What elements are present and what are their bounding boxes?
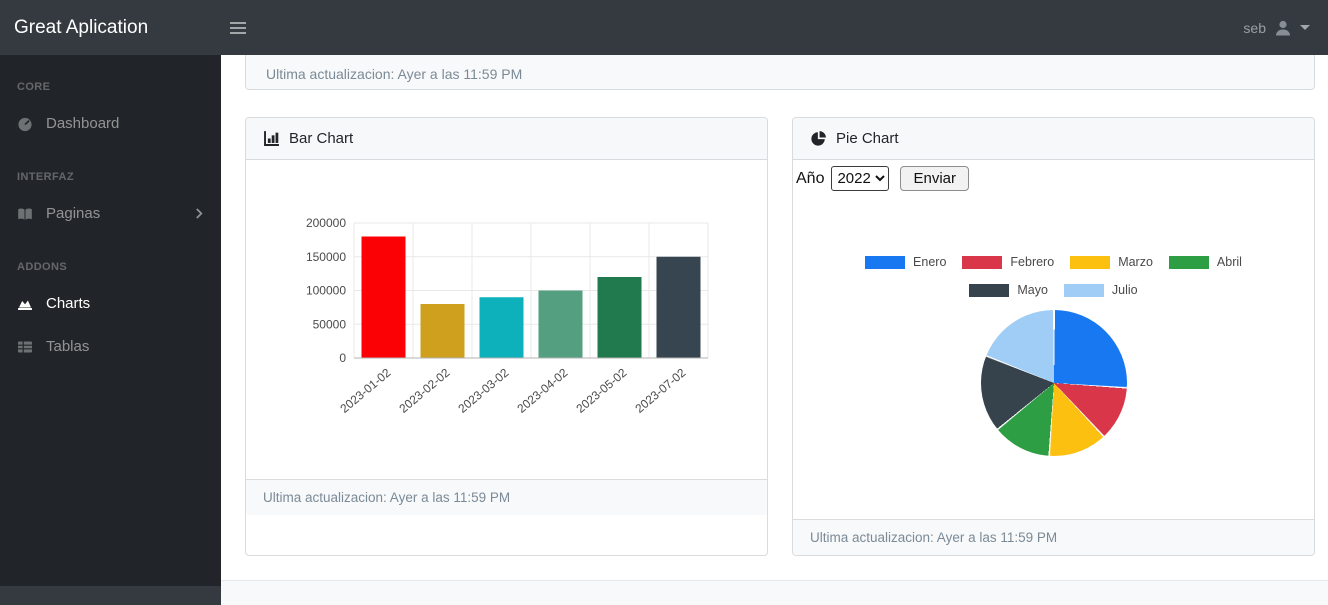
y-tick-label: 50000 bbox=[312, 317, 346, 331]
page-footer bbox=[221, 580, 1328, 605]
legend-item[interactable]: Marzo bbox=[1070, 255, 1153, 269]
legend-swatch bbox=[1064, 284, 1104, 297]
legend-label: Abril bbox=[1217, 255, 1242, 269]
sidebar-heading-core: CORE bbox=[0, 55, 221, 102]
sidebar-item-label: Paginas bbox=[46, 205, 100, 222]
x-tick-label: 2023-01-02 bbox=[337, 365, 393, 415]
pie[interactable] bbox=[981, 310, 1127, 456]
legend-swatch bbox=[962, 256, 1002, 269]
y-tick-label: 0 bbox=[339, 351, 346, 365]
card-title: Bar Chart bbox=[289, 130, 353, 147]
user-name-label: seb bbox=[1243, 20, 1266, 36]
legend-label: Marzo bbox=[1118, 255, 1153, 269]
legend-swatch bbox=[1070, 256, 1110, 269]
pie-chart-card: Pie Chart Año 2022 Enviar Enero Febrero Ma… bbox=[792, 117, 1315, 556]
sidebar: CORE Dashboard INTERFAZ Paginas ADDONS C… bbox=[0, 55, 221, 605]
bar-chart-card: Bar Chart 0 50000 100000 150000 200000 2023-0… bbox=[245, 117, 768, 556]
legend-item[interactable]: Febrero bbox=[962, 255, 1054, 269]
y-tick-label: 150000 bbox=[305, 250, 345, 264]
year-form: Año 2022 Enviar bbox=[793, 160, 1314, 191]
y-tick-label: 100000 bbox=[305, 284, 345, 298]
sidebar-item-label: Tablas bbox=[46, 338, 89, 355]
bar-chart-canvas[interactable]: 0500001000001500002000002023-01-022023-0… bbox=[246, 160, 767, 479]
sidebar-item-label: Charts bbox=[46, 295, 90, 312]
user-menu[interactable]: seb bbox=[1243, 18, 1310, 38]
pie-chart-card-header: Pie Chart bbox=[793, 118, 1314, 160]
hamburger-icon bbox=[230, 22, 246, 24]
main-content: Ultima actualizacion: Ayer a las 11:59 P… bbox=[221, 55, 1328, 605]
legend-label: Enero bbox=[913, 255, 946, 269]
y-tick-label: 200000 bbox=[305, 216, 345, 230]
enviar-button[interactable]: Enviar bbox=[900, 166, 969, 191]
x-tick-label: 2023-03-02 bbox=[455, 365, 511, 415]
tachometer-icon bbox=[17, 116, 35, 132]
x-tick-label: 2023-02-02 bbox=[396, 365, 452, 415]
legend-swatch bbox=[1169, 256, 1209, 269]
bar bbox=[538, 291, 582, 359]
x-tick-label: 2023-07-02 bbox=[632, 365, 688, 415]
legend-swatch bbox=[969, 284, 1009, 297]
legend-label: Mayo bbox=[1017, 283, 1048, 297]
x-tick-label: 2023-04-02 bbox=[514, 365, 570, 415]
sidebar-heading-addons: ADDONS bbox=[0, 235, 221, 282]
sidebar-footer bbox=[0, 586, 221, 605]
sidebar-item-charts[interactable]: Charts bbox=[0, 282, 221, 325]
legend-swatch bbox=[865, 256, 905, 269]
year-select[interactable]: 2022 bbox=[831, 166, 889, 191]
user-icon bbox=[1273, 18, 1293, 38]
top-navbar: Great Aplication seb bbox=[0, 0, 1328, 55]
card-title: Pie Chart bbox=[836, 130, 899, 147]
x-tick-label: 2023-05-02 bbox=[573, 365, 629, 415]
last-update-bar: Ultima actualizacion: Ayer a las 11:59 P… bbox=[245, 55, 1315, 90]
pie-chart-icon bbox=[810, 130, 827, 147]
bar bbox=[361, 237, 405, 359]
legend-item[interactable]: Abril bbox=[1169, 255, 1242, 269]
table-icon bbox=[17, 339, 35, 355]
bar-chart-card-footer: Ultima actualizacion: Ayer a las 11:59 P… bbox=[246, 479, 767, 515]
bar bbox=[597, 277, 641, 358]
sidebar-toggle-button[interactable] bbox=[222, 16, 254, 40]
sidebar-item-tablas[interactable]: Tablas bbox=[0, 325, 221, 368]
sidebar-heading-interfaz: INTERFAZ bbox=[0, 145, 221, 192]
bar bbox=[479, 297, 523, 358]
bar-chart-svg: 0500001000001500002000002023-01-022023-0… bbox=[292, 211, 722, 428]
pie-legend: Enero Febrero Marzo Abril Mayo Julio bbox=[834, 255, 1274, 297]
bar bbox=[420, 304, 464, 358]
book-open-icon bbox=[17, 206, 35, 222]
legend-label: Julio bbox=[1112, 283, 1138, 297]
pie-chart-card-footer: Ultima actualizacion: Ayer a las 11:59 P… bbox=[793, 519, 1314, 555]
legend-item[interactable]: Mayo bbox=[969, 283, 1048, 297]
app-brand[interactable]: Great Aplication bbox=[0, 17, 208, 39]
legend-item[interactable]: Julio bbox=[1064, 283, 1138, 297]
year-label: Año bbox=[796, 170, 824, 188]
sidebar-item-label: Dashboard bbox=[46, 115, 119, 132]
legend-label: Febrero bbox=[1010, 255, 1054, 269]
bar-chart-icon bbox=[263, 130, 280, 147]
bar bbox=[656, 257, 700, 358]
chart-area-icon bbox=[17, 296, 35, 312]
pie-chart-canvas[interactable]: Enero Febrero Marzo Abril Mayo Julio bbox=[793, 191, 1314, 456]
chevron-right-icon bbox=[195, 207, 204, 220]
bar-chart-card-header: Bar Chart bbox=[246, 118, 767, 160]
caret-down-icon bbox=[1300, 25, 1310, 30]
sidebar-item-dashboard[interactable]: Dashboard bbox=[0, 102, 221, 145]
sidebar-item-paginas[interactable]: Paginas bbox=[0, 192, 221, 235]
legend-item[interactable]: Enero bbox=[865, 255, 946, 269]
